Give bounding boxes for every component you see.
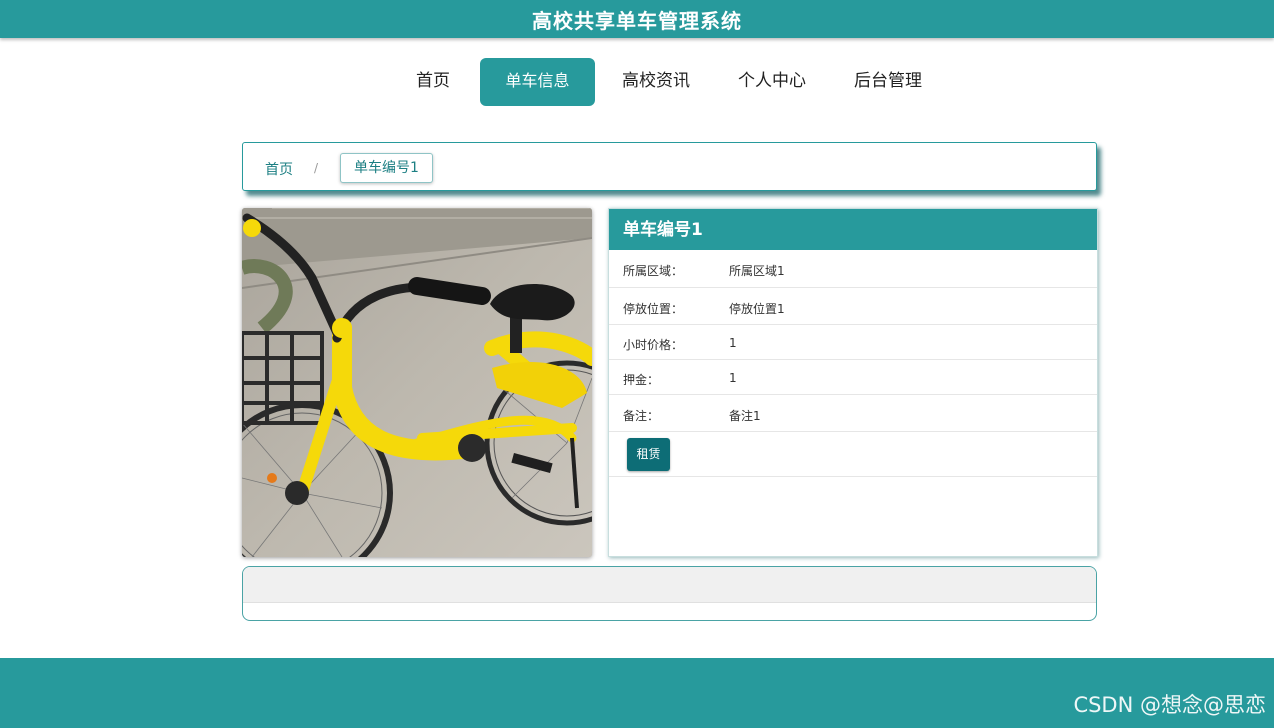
bike-photo (242, 208, 592, 557)
nav-item-profile[interactable]: 个人中心 (728, 58, 816, 106)
detail-title: 单车编号1 (609, 209, 1097, 250)
breadcrumb-separator: / (314, 161, 319, 175)
site-title: 高校共享单车管理系统 (532, 8, 742, 33)
breadcrumb: 首页 / 单车编号1 (242, 142, 1097, 191)
field-label-remark: 备注： (623, 409, 660, 423)
nav-item-home[interactable]: 首页 (404, 58, 462, 106)
field-label-price: 小时价格： (623, 338, 684, 352)
field-label-area: 所属区域： (623, 264, 684, 278)
bike-illustration (242, 208, 592, 557)
comment-panel-header (243, 567, 1096, 603)
nav-item-news[interactable]: 高校资讯 (612, 58, 700, 106)
breadcrumb-current[interactable]: 单车编号1 (340, 153, 433, 183)
rent-button[interactable]: 租赁 (627, 438, 670, 471)
nav-item-admin[interactable]: 后台管理 (844, 58, 932, 106)
comment-panel (242, 566, 1097, 621)
field-row-area: 所属区域： 所属区域1 (609, 250, 1097, 288)
header-bar: 高校共享单车管理系统 (0, 0, 1274, 38)
field-value-deposit: 1 (729, 371, 737, 385)
field-row-location: 停放位置： 停放位置1 (609, 288, 1097, 325)
field-row-price: 小时价格： 1 (609, 325, 1097, 360)
field-value-price: 1 (729, 336, 737, 350)
watermark: CSDN @想念@思恋 (1073, 693, 1266, 717)
field-row-remark: 备注： 备注1 (609, 395, 1097, 432)
field-value-location: 停放位置1 (729, 302, 785, 316)
field-value-remark: 备注1 (729, 409, 761, 423)
bike-detail-panel: 单车编号1 所属区域： 所属区域1 停放位置： 停放位置1 小时价格： 1 押金… (608, 208, 1098, 557)
field-row-deposit: 押金： 1 (609, 360, 1097, 395)
field-value-area: 所属区域1 (729, 264, 785, 278)
field-label-location: 停放位置： (623, 302, 684, 316)
breadcrumb-home[interactable]: 首页 (265, 159, 293, 179)
action-row: 租赁 (609, 432, 1097, 477)
nav-item-bikes[interactable]: 单车信息 (480, 58, 595, 106)
main-nav: 首页 单车信息 高校资讯 个人中心 后台管理 (0, 58, 1274, 106)
field-label-deposit: 押金： (623, 373, 660, 387)
